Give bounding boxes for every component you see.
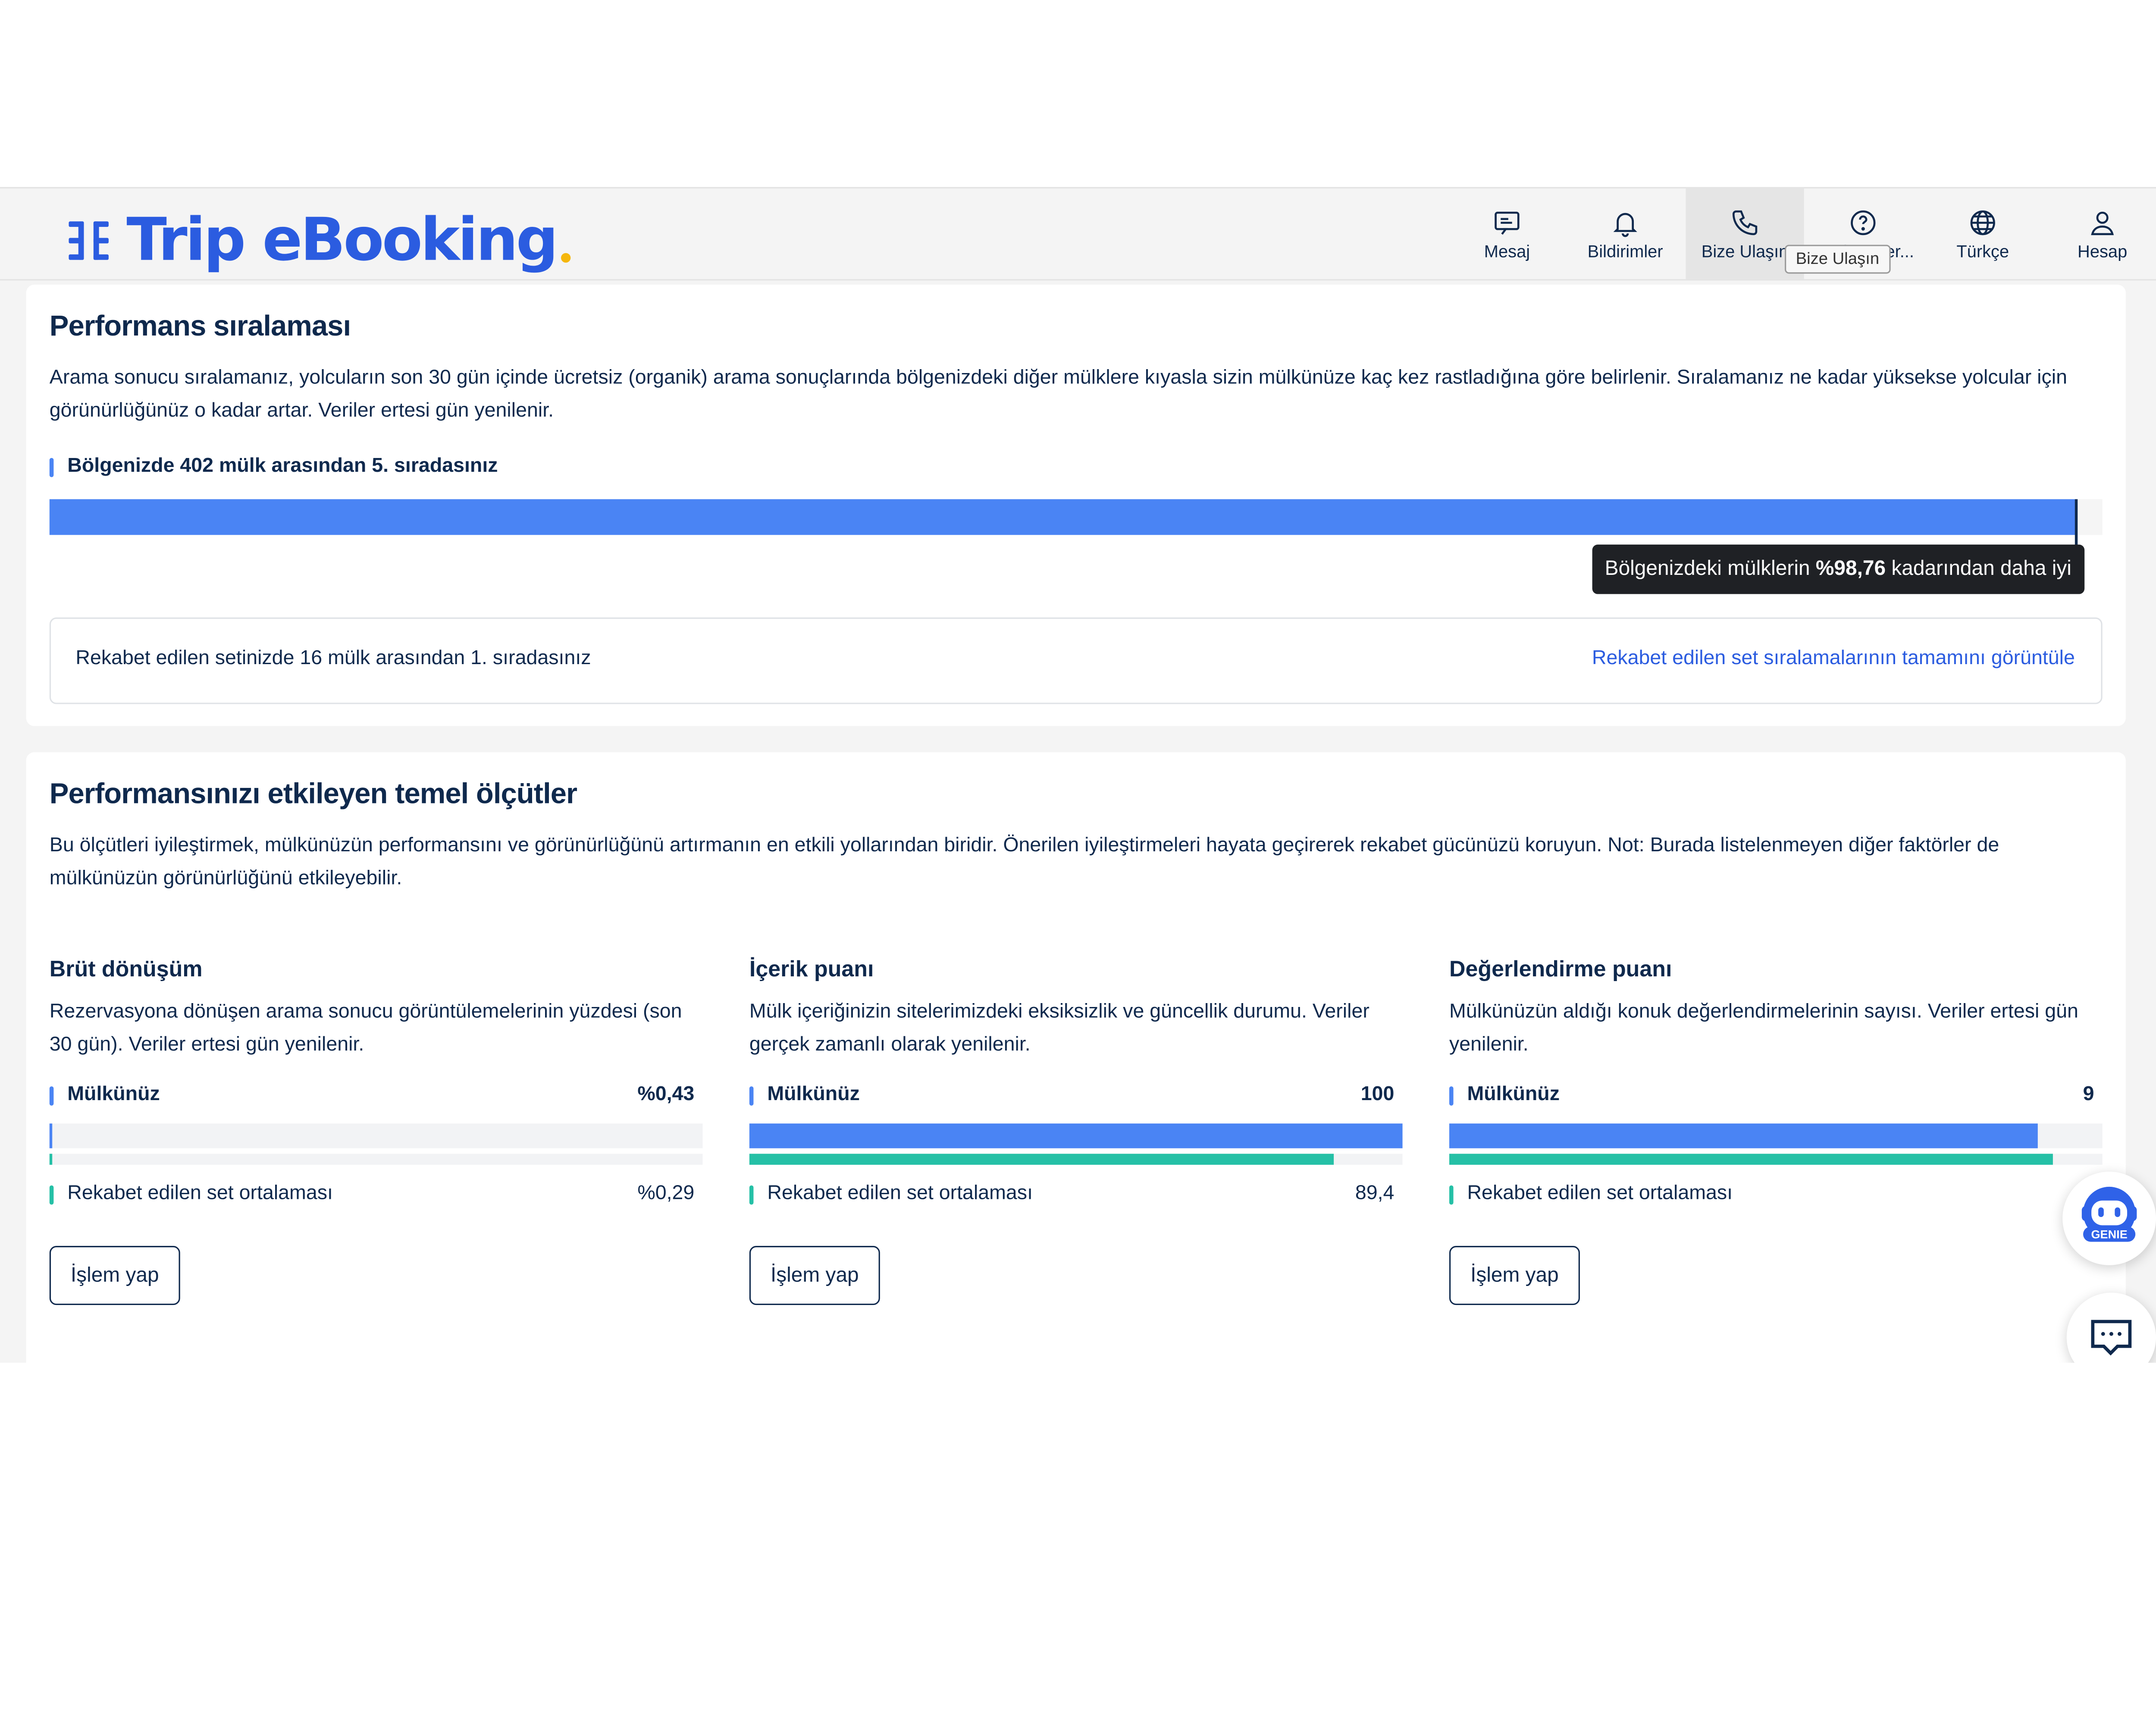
nav-language[interactable]: Türkçe <box>1939 188 2027 279</box>
own-property-value: 100 <box>1360 1083 1395 1106</box>
metric-title: İçerik puanı <box>749 957 874 982</box>
metric-column: Değerlendirme puanı Mülkünüzün aldığı kon… <box>1449 949 2103 1306</box>
bell-icon <box>1613 212 1637 236</box>
message-icon <box>1495 211 1520 234</box>
compset-box: Rekabet edilen setinizde 16 mülk arasınd… <box>49 617 2103 704</box>
ranking-marker <box>2075 499 2078 548</box>
nav-label: Mesaj <box>1484 241 1530 261</box>
own-property-value: 9 <box>2083 1083 2094 1106</box>
genie-label: GENIE <box>2091 1228 2127 1241</box>
ranking-title: Performans sıralaması <box>49 310 351 343</box>
compset-rank-text: Rekabet edilen setinizde 16 mülk arasınd… <box>75 647 591 670</box>
genie-assistant-button[interactable]: GENIE <box>2062 1171 2156 1265</box>
own-property-label: Mülkünüz <box>49 1084 160 1106</box>
compset-average-bar-fill <box>749 1154 1333 1165</box>
compset-average-bar <box>1449 1154 2103 1165</box>
nav-label: Hesap <box>2078 241 2128 261</box>
nav-label: Bildirimler <box>1587 241 1663 261</box>
compset-average-label: Rekabet edilen set ortalaması <box>1449 1182 1733 1205</box>
logo-dot <box>560 252 570 262</box>
own-property-label: Mülkünüz <box>749 1084 860 1106</box>
nav-label: Türkçe <box>1956 241 2009 261</box>
metric-column: İçerik puanı Mülk içeriğinizin sitelerimi… <box>749 949 1403 1306</box>
nav-label: Bize Ulaşın <box>1701 241 1789 261</box>
phone-icon <box>1732 210 1758 235</box>
metrics-title: Performansınızı etkileyen temel ölçütler <box>49 778 577 810</box>
metric-description: Rezervasyona dönüşen arama sonucu görünt… <box>49 1001 682 1056</box>
take-action-button[interactable]: İşlem yap <box>49 1246 180 1305</box>
take-action-button[interactable]: İşlem yap <box>1449 1246 1580 1305</box>
nav-account[interactable]: Hesap <box>2060 188 2145 279</box>
ranking-description: Arama sonucu sıralamanız, yolcuların son… <box>49 367 2068 422</box>
logo-text: Trip eBooking <box>126 206 558 275</box>
genie-robot-icon: GENIE <box>2081 1186 2137 1242</box>
metrics-description: Bu ölçütleri iyileştirmek, mülkünüzün pe… <box>49 834 1999 890</box>
ranking-bar-fill <box>49 499 2077 535</box>
compset-view-all-link[interactable]: Rekabet edilen set sıralamalarının tamam… <box>1592 648 2075 670</box>
compset-average-bar <box>49 1154 703 1165</box>
metric-description: Mülk içeriğinizin sitelerimizdeki eksiks… <box>749 1001 1369 1056</box>
own-property-bar-fill <box>1449 1123 2037 1148</box>
metric-title: Brüt dönüşüm <box>49 957 203 982</box>
tooltip-prefix: Bölgenizdeki mülklerin <box>1604 557 1816 580</box>
own-property-value: %0,43 <box>637 1083 695 1106</box>
compset-average-label: Rekabet edilen set ortalaması <box>749 1182 1033 1205</box>
tooltip-value: %98,76 <box>1815 557 1886 580</box>
globe-icon <box>1970 210 1995 235</box>
compset-average-bar-fill <box>49 1154 53 1165</box>
take-action-button[interactable]: İşlem yap <box>749 1246 880 1305</box>
own-property-bar <box>49 1123 703 1148</box>
nav-tooltip: Bize Ulaşın <box>1785 245 1890 274</box>
ranking-bar <box>49 499 2103 535</box>
metric-column: Brüt dönüşüm Rezervasyona dönüşen arama s… <box>49 949 703 1306</box>
own-property-bar <box>749 1123 1403 1148</box>
logo-mark-icon <box>69 216 118 266</box>
own-property-bar <box>1449 1123 2103 1148</box>
trip-ebooking-logo[interactable]: Trip eBooking <box>69 208 570 274</box>
own-property-label: Mülkünüz <box>1449 1084 1560 1106</box>
compset-average-value: 89,4 <box>1355 1182 1395 1205</box>
rank-label: Bölgenizde 402 mülk arasından 5. sıradas… <box>49 455 498 477</box>
metric-description: Mülkünüzün aldığı konuk değerlendirmeler… <box>1449 1001 2078 1056</box>
compset-average-label: Rekabet edilen set ortalaması <box>49 1182 333 1205</box>
compset-average-bar <box>749 1154 1403 1165</box>
nav-notifications[interactable]: Bildirimler <box>1579 188 1672 279</box>
tooltip-suffix: kadarından daha iyi <box>1886 557 2071 580</box>
page-bottom-blank <box>0 1363 2156 1725</box>
compset-average-bar-fill <box>1449 1154 2054 1165</box>
nav-message[interactable]: Mesaj <box>1466 188 1548 279</box>
user-icon <box>2091 211 2114 235</box>
own-property-bar-fill <box>749 1123 1403 1148</box>
own-property-bar-fill <box>49 1123 53 1148</box>
percentile-tooltip: Bölgenizdeki mülklerin %98,76 kadarından… <box>1592 544 2084 594</box>
help-icon <box>1851 210 1876 235</box>
compset-average-value: %0,29 <box>637 1182 695 1205</box>
metric-title: Değerlendirme puanı <box>1449 957 1672 982</box>
